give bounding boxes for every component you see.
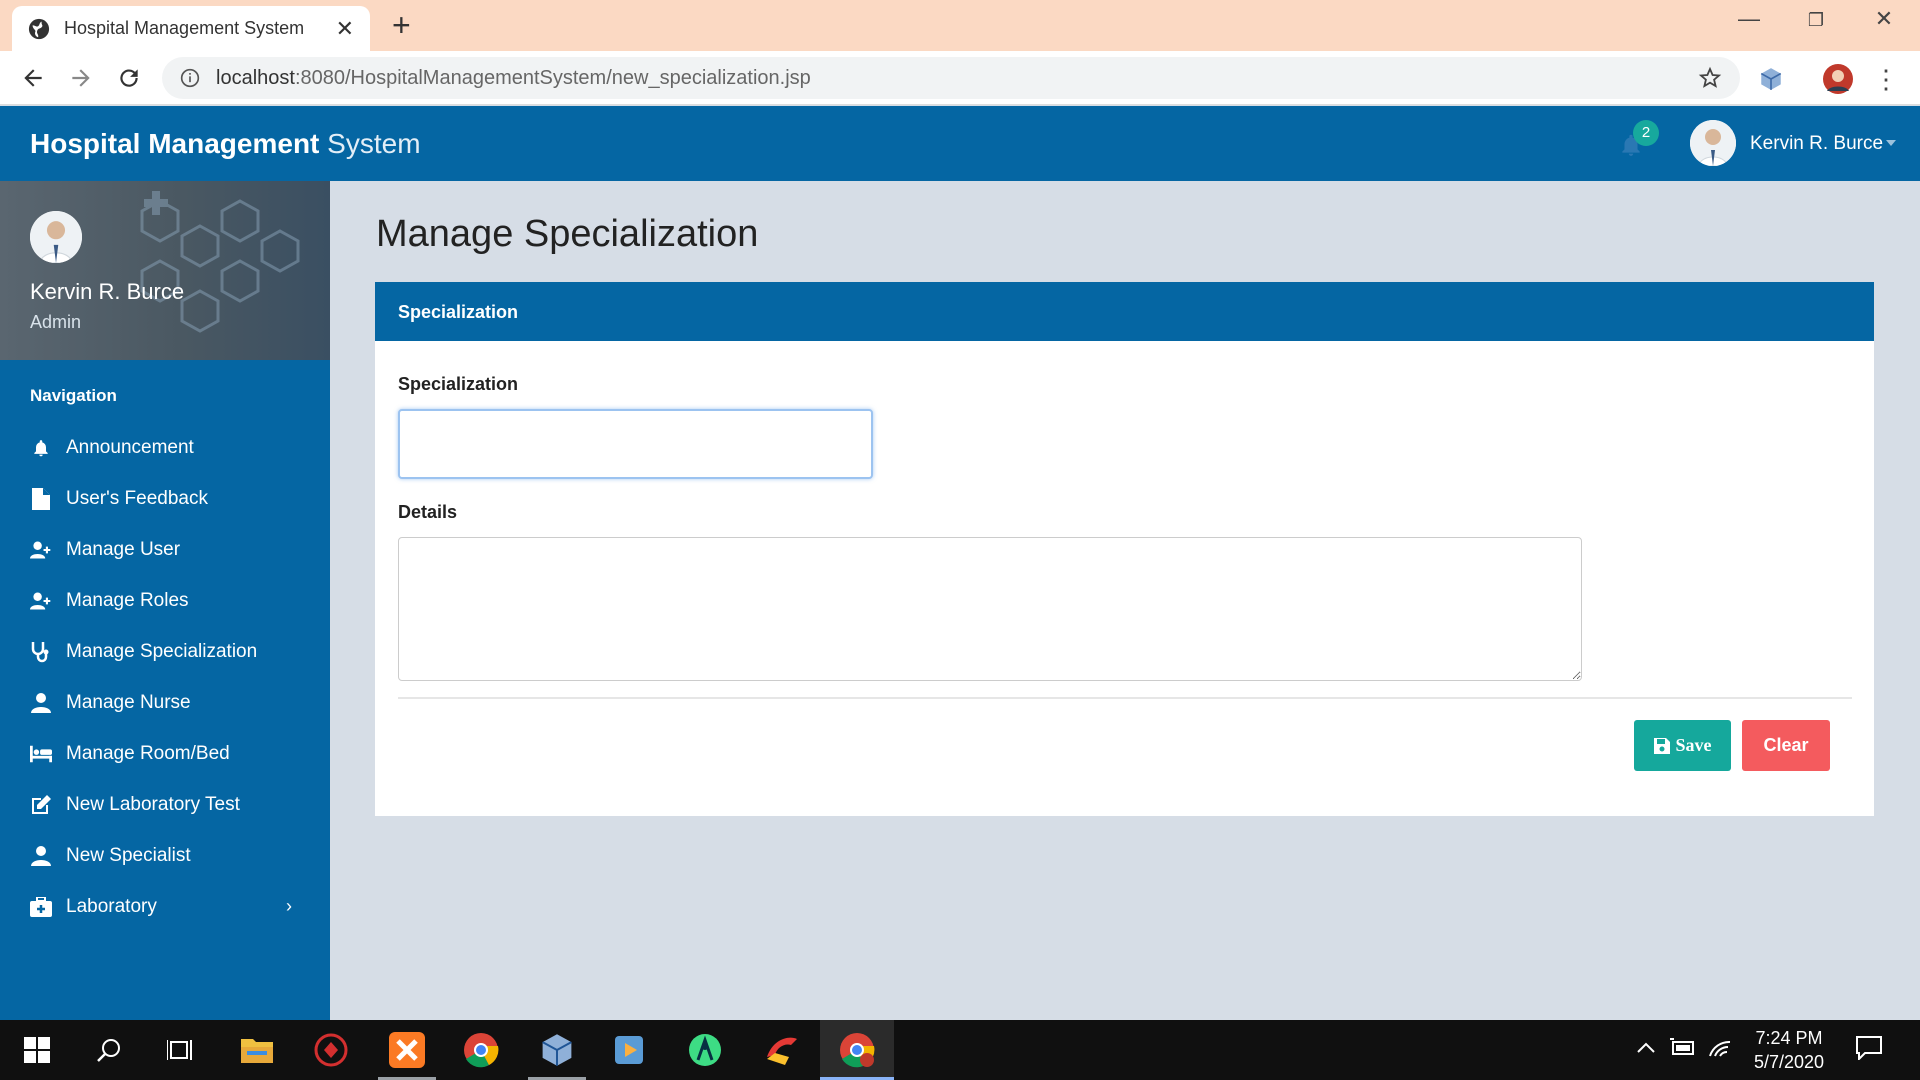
sidebar-item-label: New Laboratory Test	[66, 793, 240, 815]
extension-cube-icon[interactable]	[1755, 63, 1787, 95]
card-header: Specialization	[375, 282, 1874, 341]
edit-icon	[30, 794, 52, 816]
save-button[interactable]: Save	[1634, 720, 1731, 771]
sidebar-item-announcement[interactable]: Announcement	[0, 422, 330, 473]
specialization-input[interactable]	[398, 409, 873, 479]
bell-icon	[30, 437, 52, 459]
sidebar-item-users-feedback[interactable]: User's Feedback	[0, 473, 330, 524]
chevron-right-icon: ›	[286, 896, 292, 916]
file-explorer-icon[interactable]	[220, 1020, 294, 1080]
clear-button-label: Clear	[1763, 735, 1809, 755]
browser-toolbar: localhost:8080/HospitalManagementSystem/…	[0, 51, 1920, 105]
ccleaner-icon[interactable]	[744, 1020, 818, 1080]
browser-tabstrip: Hospital Management System ✕ + — ❐ ✕	[0, 0, 1920, 51]
minimize-icon[interactable]: —	[1729, 6, 1769, 32]
avatar[interactable]	[30, 211, 82, 263]
clock-date: 5/7/2020	[1753, 1052, 1825, 1072]
battery-icon[interactable]	[1670, 1038, 1696, 1061]
virtualbox-icon[interactable]	[520, 1020, 594, 1080]
sidebar-item-new-laboratory-test[interactable]: New Laboratory Test	[0, 779, 330, 830]
profile-avatar-icon[interactable]	[1822, 63, 1854, 95]
sidebar-item-label: Manage User	[66, 538, 181, 560]
chrome-icon[interactable]	[444, 1020, 518, 1080]
menu-dots-icon[interactable]: ⋮	[1870, 63, 1902, 95]
sidebar-item-manage-user[interactable]: Manage User	[0, 524, 330, 575]
sidebar-item-manage-roles[interactable]: Manage Roles	[0, 575, 330, 626]
profile-name: Kervin R. Burce	[30, 279, 185, 304]
app-header: Hospital Management System 2 Kervin R. B…	[0, 106, 1920, 181]
sidebar-item-label: Laboratory	[66, 895, 157, 917]
user-plus-icon	[30, 590, 52, 612]
red-app-icon[interactable]	[294, 1020, 368, 1080]
info-icon[interactable]	[180, 68, 200, 88]
sidebar-item-manage-specialization[interactable]: Manage Specialization	[0, 626, 330, 677]
wifi-icon[interactable]	[1708, 1038, 1732, 1063]
android-studio-icon[interactable]	[668, 1020, 742, 1080]
save-button-label: Save	[1675, 735, 1712, 755]
sidebar-item-label: Manage Nurse	[66, 691, 191, 713]
medkit-icon	[30, 896, 52, 918]
specialization-label: Specialization	[398, 374, 519, 394]
specialization-card: Specialization Specialization Details Sa…	[375, 282, 1874, 816]
details-textarea[interactable]	[398, 537, 1582, 681]
close-window-icon[interactable]: ✕	[1864, 6, 1904, 32]
sidebar-item-manage-nurse[interactable]: Manage Nurse	[0, 677, 330, 728]
tray-chevron-up-icon[interactable]	[1636, 1038, 1656, 1059]
new-tab-icon[interactable]: +	[392, 8, 411, 42]
sidebar-item-laboratory[interactable]: Laboratory ›	[0, 881, 330, 932]
user-icon	[30, 692, 52, 714]
document-icon	[30, 487, 52, 510]
search-icon[interactable]	[72, 1020, 146, 1080]
stethoscope-icon	[30, 641, 52, 663]
clear-button[interactable]: Clear	[1742, 720, 1830, 771]
restore-icon[interactable]: ❐	[1796, 10, 1836, 31]
sidebar-item-label: Manage Specialization	[66, 640, 258, 662]
sidebar-item-label: New Specialist	[66, 844, 191, 866]
divider	[398, 697, 1852, 699]
notification-center-icon[interactable]	[1856, 1036, 1882, 1065]
media-player-icon[interactable]	[592, 1020, 666, 1080]
sidebar-item-label: Manage Room/Bed	[66, 742, 230, 764]
brand-title[interactable]: Hospital Management System	[30, 128, 421, 160]
url-text: localhost:8080/HospitalManagementSystem/…	[216, 66, 811, 89]
sidebar-item-label: Manage Roles	[66, 589, 189, 611]
sidebar-nav: Announcement User's Feedback Manage User…	[0, 422, 330, 932]
forward-icon[interactable]	[64, 61, 98, 95]
header-user-name[interactable]: Kervin R. Burce	[1750, 133, 1883, 155]
globe-icon	[28, 18, 50, 39]
reload-icon[interactable]	[112, 61, 146, 95]
address-bar[interactable]: localhost:8080/HospitalManagementSystem/…	[162, 57, 1740, 99]
windows-start-icon[interactable]	[0, 1020, 74, 1080]
floppy-disk-icon	[1653, 737, 1670, 754]
medical-pattern-icon	[140, 191, 300, 333]
browser-tab[interactable]: Hospital Management System ✕	[12, 6, 370, 51]
profile-role: Admin	[30, 312, 82, 332]
back-icon[interactable]	[16, 61, 50, 95]
sidebar: Kervin R. Burce Admin Navigation Announc…	[0, 181, 330, 1020]
sidebar-item-label: User's Feedback	[66, 487, 208, 509]
chrome-active-icon[interactable]	[820, 1020, 894, 1080]
chevron-down-icon[interactable]	[1886, 140, 1896, 146]
details-label: Details	[398, 502, 458, 522]
taskbar-clock[interactable]: 7:24 PM 5/7/2020	[1740, 1026, 1838, 1074]
user-icon	[30, 845, 52, 867]
bookmark-star-icon[interactable]	[1698, 66, 1722, 90]
sidebar-item-new-specialist[interactable]: New Specialist	[0, 830, 330, 881]
sidebar-profile: Kervin R. Burce Admin	[0, 181, 330, 360]
page-title: Manage Specialization	[376, 213, 759, 255]
xampp-icon[interactable]	[370, 1020, 444, 1080]
tab-title: Hospital Management System	[64, 18, 305, 38]
windows-taskbar: 7:24 PM 5/7/2020	[0, 1020, 1920, 1080]
notification-badge: 2	[1633, 120, 1659, 146]
bed-icon	[30, 743, 52, 765]
clock-time: 7:24 PM	[1755, 1028, 1823, 1048]
sidebar-item-label: Announcement	[66, 436, 194, 458]
nav-heading: Navigation	[30, 386, 117, 405]
user-plus-icon	[30, 539, 52, 561]
task-view-icon[interactable]	[144, 1020, 218, 1080]
close-tab-icon[interactable]: ✕	[336, 16, 354, 42]
sidebar-item-manage-room-bed[interactable]: Manage Room/Bed	[0, 728, 330, 779]
avatar[interactable]	[1690, 120, 1736, 166]
